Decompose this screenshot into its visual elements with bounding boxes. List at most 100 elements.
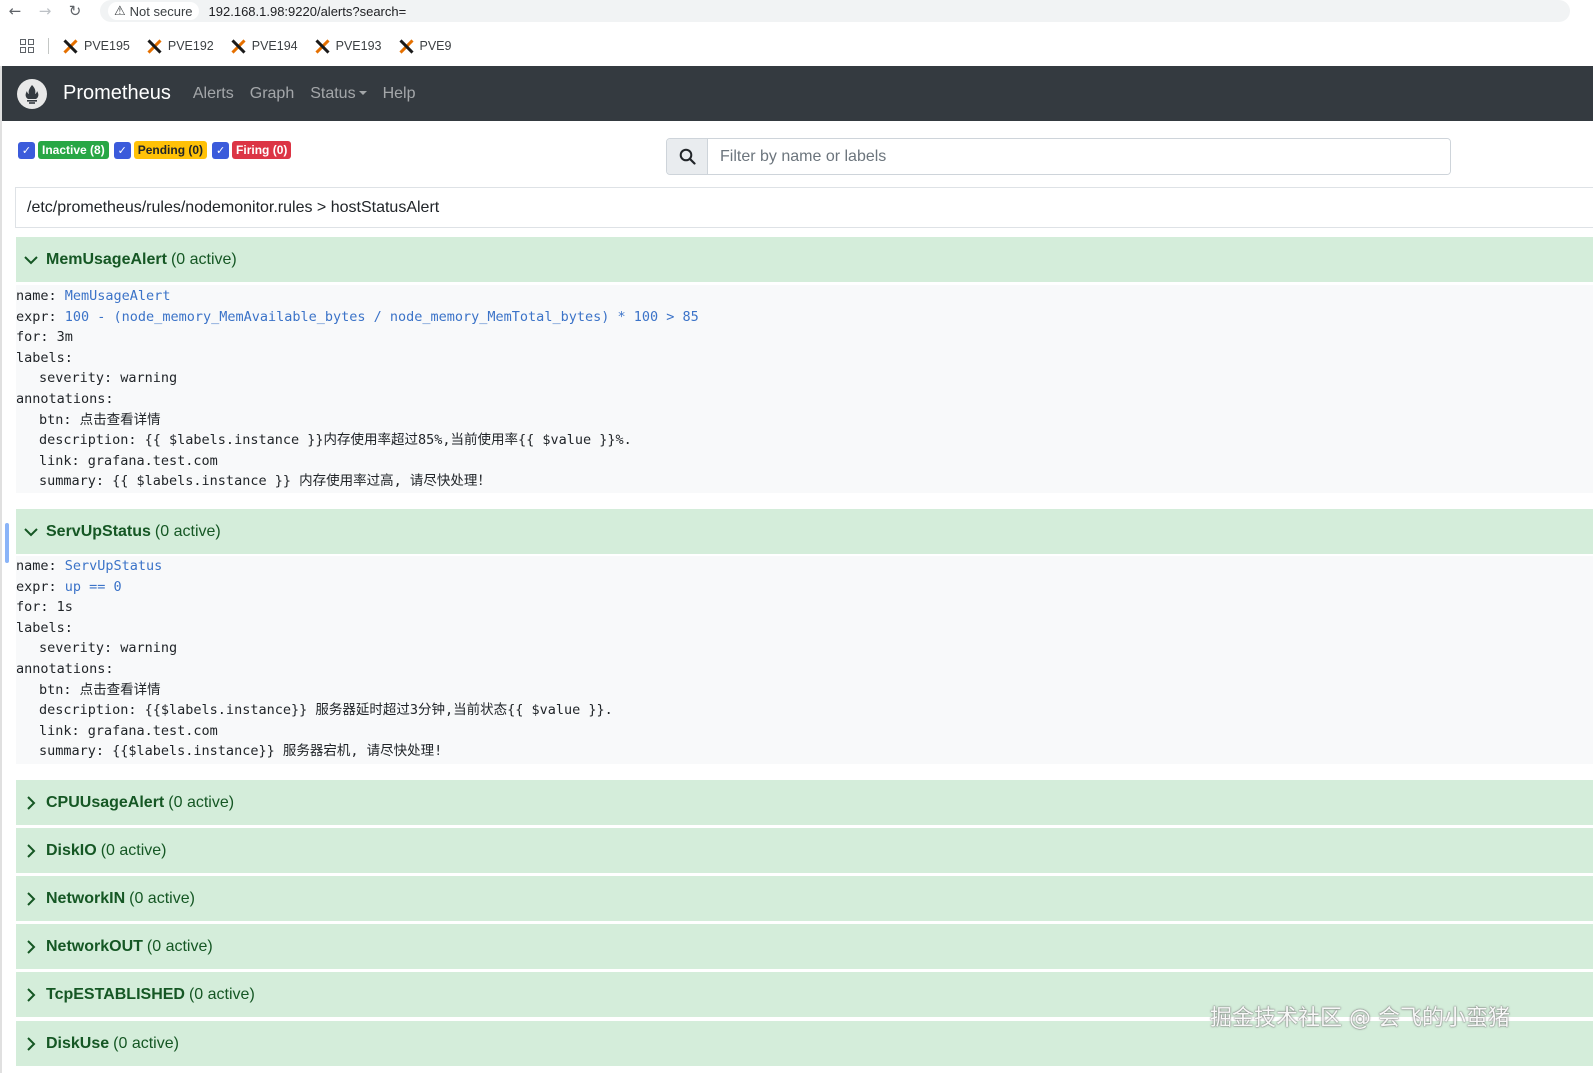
prometheus-logo-icon[interactable]	[17, 78, 47, 109]
security-indicator[interactable]: ⚠ Not secure	[108, 2, 199, 20]
rule-header[interactable]: MemUsageAlert (0 active)	[16, 237, 1593, 282]
nav-alerts[interactable]: Alerts	[193, 85, 234, 103]
nav-graph[interactable]: Graph	[250, 85, 294, 103]
nav-help[interactable]: Help	[383, 85, 416, 103]
rule-name: DiskUse	[46, 1034, 110, 1052]
chevron-right-icon	[16, 1036, 46, 1051]
bookmarks-bar: PVE195 PVE192 PVE194 PVE193 PVE9	[0, 34, 1593, 58]
rule-name: NetworkOUT	[46, 937, 143, 955]
rule-detail-line: expr: 100 - (node_memory_MemAvailable_by…	[16, 308, 699, 325]
rule-active-count: (0 active)	[100, 841, 167, 859]
url-text[interactable]: 192.168.1.98:9220/alerts?search=	[209, 4, 407, 19]
chevron-down-icon	[16, 255, 46, 265]
apps-grid-icon[interactable]	[20, 39, 34, 53]
page-left-edge	[0, 66, 2, 1073]
pending-checkbox[interactable]: ✓	[113, 141, 131, 159]
rule-detail-line: btn: 点击查看详情	[39, 681, 161, 698]
bookmark-label: PVE193	[335, 39, 382, 53]
rule-header[interactable]: CPUUsageAlert (0 active)	[16, 780, 1593, 825]
bookmark-item[interactable]: PVE9	[399, 39, 452, 54]
rule-active-count: (0 active)	[168, 793, 235, 811]
search-input[interactable]	[708, 139, 1450, 174]
scroll-indicator	[5, 523, 9, 563]
bookmark-label: PVE194	[251, 39, 298, 53]
address-bar[interactable]: ⚠ Not secure 192.168.1.98:9220/alerts?se…	[100, 0, 1570, 22]
chevron-right-icon	[16, 843, 46, 858]
reload-icon[interactable]: ↻	[64, 0, 86, 22]
rule-detail-line: link: grafana.test.com	[39, 452, 218, 469]
rule-details: name: ServUpStatus expr: up == 0 for: 1s…	[16, 556, 1593, 764]
rule-detail-line: labels:	[16, 349, 73, 366]
rule-detail-line: name: MemUsageAlert	[16, 288, 171, 304]
forward-arrow-icon[interactable]: →	[34, 0, 56, 22]
rule-active-count: (0 active)	[146, 937, 213, 955]
chevron-right-icon	[16, 987, 46, 1002]
rule-name-link[interactable]: ServUpStatus	[65, 558, 163, 574]
rule-header[interactable]: ServUpStatus (0 active)	[16, 509, 1593, 554]
rule-active-count: (0 active)	[113, 1034, 179, 1052]
top-navbar: Prometheus Alerts Graph Status Help	[2, 66, 1593, 121]
inactive-badge[interactable]: Inactive (8)	[38, 141, 109, 159]
rule-detail-line: description: {{ $labels.instance }}内存使用率…	[39, 432, 632, 449]
rule-details: name: MemUsageAlert expr: 100 - (node_me…	[16, 285, 1593, 493]
chevron-down-icon	[16, 527, 46, 537]
rule-detail-line: description: {{$labels.instance}} 服务器延时超…	[39, 702, 613, 719]
rule-detail-line: for: 1s	[16, 599, 73, 616]
brand-title[interactable]: Prometheus	[63, 82, 171, 105]
rule-name: MemUsageAlert	[46, 250, 167, 268]
rule-detail-line: expr: up == 0	[16, 578, 122, 595]
bookmark-label: PVE195	[84, 39, 130, 53]
chevron-right-icon	[16, 939, 46, 954]
rule-name: TcpESTABLISHED	[46, 985, 185, 1003]
rule-detail-line: for: 3m	[16, 329, 73, 346]
rule-active-count: (0 active)	[129, 889, 195, 907]
bookmark-label: PVE9	[419, 39, 452, 53]
proxmox-icon	[315, 39, 330, 54]
back-arrow-icon[interactable]: ←	[4, 0, 26, 22]
watermark-text: 掘金技术社区 @ 会飞的小蛮猪	[1210, 1006, 1510, 1031]
rule-detail-line: link: grafana.test.com	[39, 722, 218, 739]
nav-status-label: Status	[310, 84, 356, 102]
bookmark-item[interactable]: PVE194	[231, 39, 298, 54]
security-label: Not secure	[129, 3, 193, 19]
inactive-checkbox[interactable]: ✓	[18, 141, 35, 159]
firing-badge[interactable]: Firing (0)	[232, 141, 292, 159]
warning-triangle-icon: ⚠	[114, 3, 126, 18]
rule-header[interactable]: DiskIO (0 active)	[16, 828, 1593, 873]
rule-expr-link[interactable]: up == 0	[65, 579, 122, 595]
bookmarks-separator	[48, 38, 49, 54]
rule-detail-line: annotations:	[16, 660, 114, 677]
rule-detail-line: name: ServUpStatus	[16, 558, 163, 574]
bookmark-item[interactable]: PVE193	[315, 39, 382, 54]
proxmox-icon	[231, 39, 246, 54]
rule-detail-line: severity: warning	[39, 370, 178, 387]
firing-checkbox[interactable]: ✓	[212, 141, 230, 159]
pending-badge[interactable]: Pending (0)	[133, 141, 208, 159]
chevron-right-icon	[16, 795, 46, 810]
rule-name: DiskIO	[46, 841, 97, 859]
rule-name-link[interactable]: MemUsageAlert	[65, 288, 171, 304]
proxmox-icon	[399, 39, 414, 54]
rule-active-count: (0 active)	[154, 522, 221, 540]
search-icon[interactable]	[667, 139, 708, 174]
rule-name: ServUpStatus	[46, 522, 151, 540]
caret-down-icon	[358, 91, 367, 96]
rule-detail-line: labels:	[16, 619, 73, 636]
nav-status[interactable]: Status	[310, 84, 367, 103]
proxmox-icon	[147, 39, 162, 54]
rule-header[interactable]: NetworkOUT (0 active)	[16, 924, 1593, 969]
bookmark-item[interactable]: PVE192	[147, 39, 214, 54]
bookmark-label: PVE192	[167, 39, 214, 53]
rule-detail-line: summary: {{$labels.instance}} 服务器宕机, 请尽快…	[39, 743, 443, 760]
rule-header[interactable]: NetworkIN (0 active)	[16, 876, 1593, 921]
bookmark-item[interactable]: PVE195	[63, 39, 130, 54]
state-filters: ✓ Inactive (8) ✓ Pending (0) ✓ Firing (0…	[18, 141, 293, 159]
rule-detail-line: btn: 点击查看详情	[39, 411, 161, 428]
rule-active-count: (0 active)	[188, 985, 255, 1003]
rule-detail-line: severity: warning	[39, 640, 178, 657]
chevron-right-icon	[16, 891, 46, 906]
rule-detail-line: annotations:	[16, 390, 114, 407]
rule-detail-line: summary: {{ $labels.instance }} 内存使用率过高,…	[39, 473, 491, 490]
rule-name: CPUUsageAlert	[46, 793, 165, 811]
rule-expr-link[interactable]: 100 - (node_memory_MemAvailable_bytes / …	[65, 309, 699, 325]
